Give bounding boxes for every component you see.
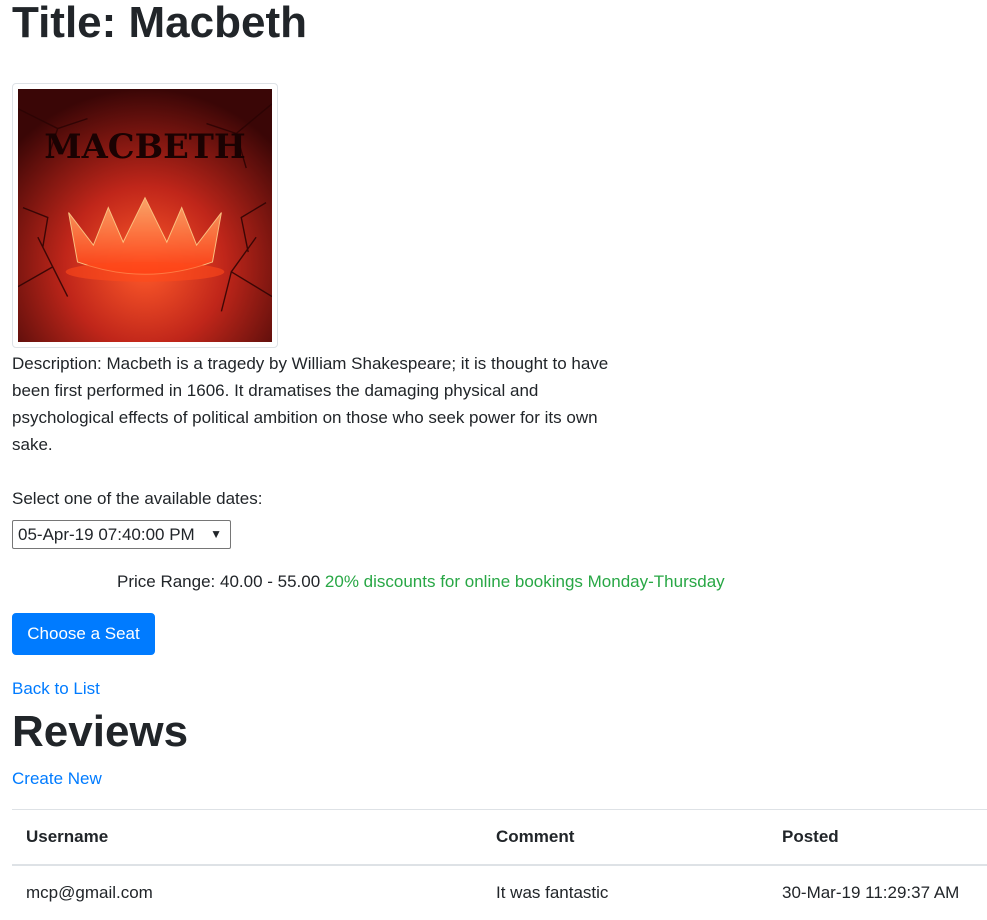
page-title: Title: Macbeth bbox=[12, 0, 308, 47]
choose-seat-button[interactable]: Choose a Seat bbox=[12, 613, 155, 655]
review-posted: 30-Mar-19 11:29:37 AM bbox=[768, 864, 987, 920]
price-range: Price Range: 40.00 - 55.00 bbox=[117, 572, 321, 591]
column-header-posted: Posted bbox=[768, 809, 987, 866]
select-date-label: Select one of the available dates: bbox=[12, 489, 263, 508]
poster-image: MACBETH bbox=[18, 89, 272, 342]
reviews-heading: Reviews bbox=[12, 707, 189, 756]
column-header-username: Username bbox=[12, 809, 482, 866]
column-header-comment: Comment bbox=[482, 809, 768, 866]
poster-title-text: MACBETH bbox=[44, 126, 246, 166]
description-text: Description: Macbeth is a tragedy by Wil… bbox=[12, 354, 609, 454]
reviews-table: Username Comment Posted mcp@gmail.com It… bbox=[12, 809, 987, 920]
review-username: mcp@gmail.com bbox=[12, 864, 482, 920]
date-select-value: 05-Apr-19 07:40:00 PM bbox=[18, 525, 195, 544]
back-to-list-link[interactable]: Back to List bbox=[12, 676, 100, 702]
create-new-link[interactable]: Create New bbox=[12, 766, 102, 792]
table-row: mcp@gmail.com It was fantastic 30-Mar-19… bbox=[12, 864, 987, 920]
table-header-row: Username Comment Posted bbox=[12, 809, 987, 866]
discount-note: 20% discounts for online bookings Monday… bbox=[324, 572, 725, 591]
review-comment: It was fantastic bbox=[482, 864, 768, 920]
price-info: Price Range: 40.00 - 55.00 20% discounts… bbox=[117, 569, 725, 595]
chevron-down-icon: ▼ bbox=[210, 527, 222, 541]
date-select[interactable]: 05-Apr-19 07:40:00 PM ▼ bbox=[12, 520, 231, 549]
poster-thumbnail: MACBETH bbox=[12, 83, 278, 348]
